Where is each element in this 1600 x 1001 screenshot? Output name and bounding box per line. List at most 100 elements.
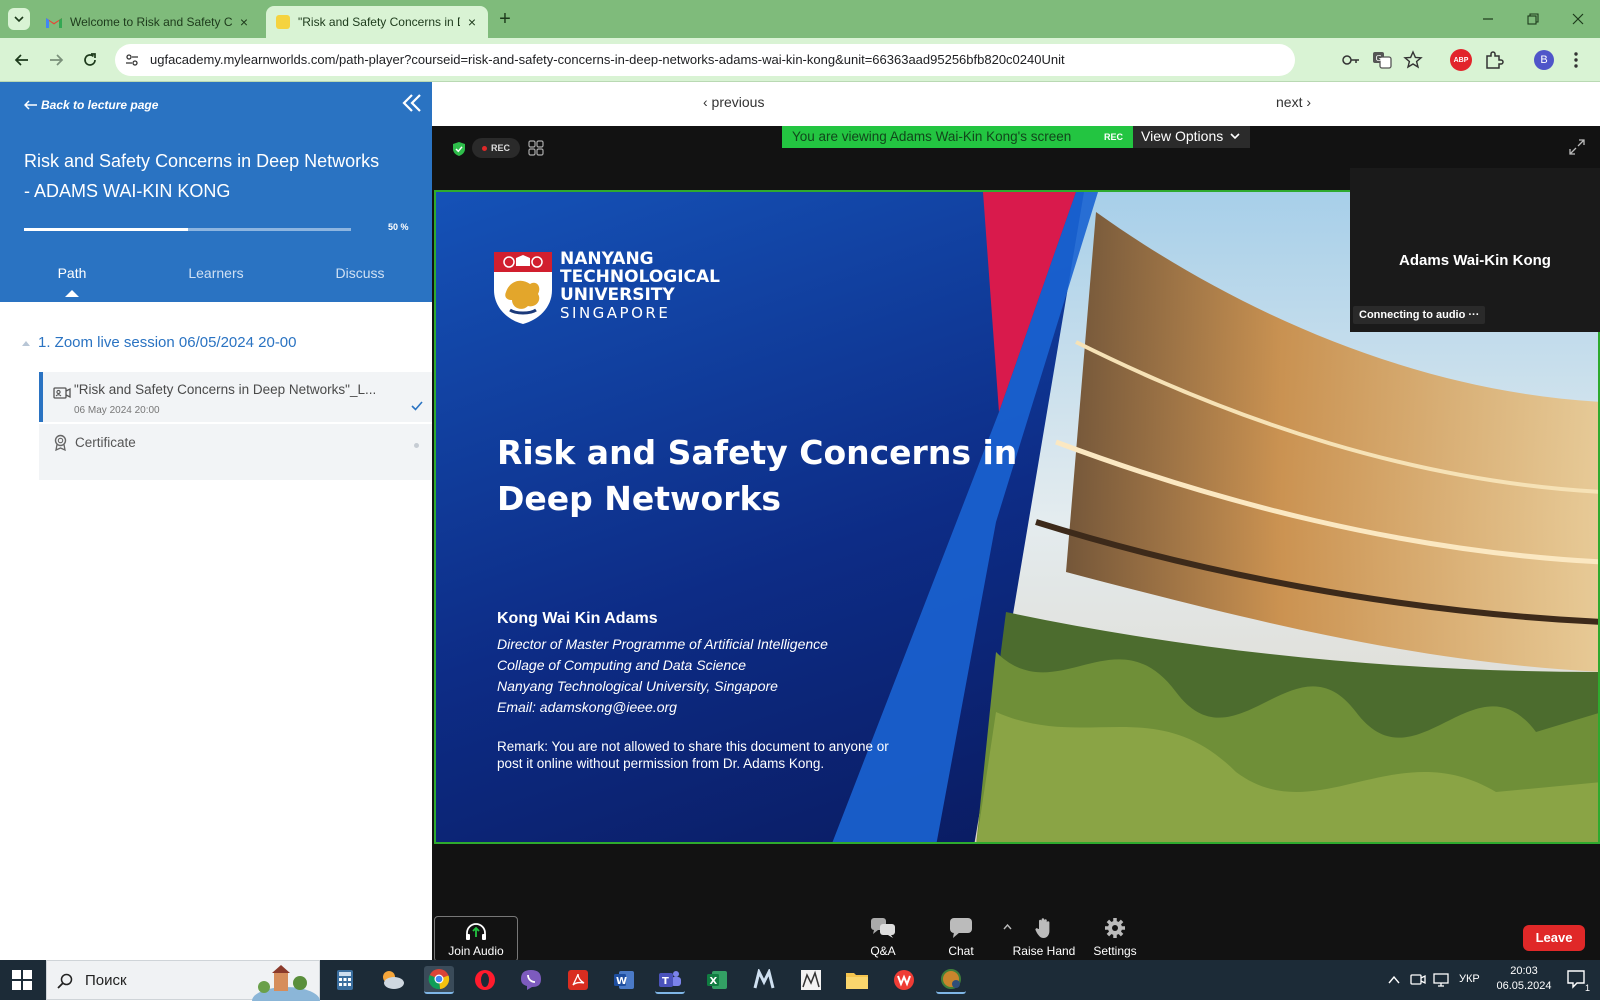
record-dot-icon — [481, 145, 487, 151]
course-progress-fill — [24, 228, 188, 231]
site-settings-icon[interactable] — [125, 53, 139, 67]
minimize-button[interactable] — [1478, 9, 1498, 29]
gear-icon — [1105, 918, 1125, 938]
forward-button[interactable] — [46, 50, 66, 70]
previous-button[interactable]: ‹ previous — [703, 94, 764, 110]
taskbar-opera-icon[interactable] — [470, 966, 500, 994]
course-title: Risk and Safety Concerns in Deep Network… — [24, 151, 380, 201]
address-bar[interactable]: ugfacademy.mylearnworlds.com/path-player… — [115, 44, 1295, 76]
arrow-right-icon — [50, 54, 64, 66]
profile-initial: B — [1540, 54, 1548, 66]
windows-taskbar: Поиск W T X УКР 20:03 06.05.2024 1 — [0, 960, 1600, 1001]
chat-button[interactable]: Chat — [926, 916, 996, 958]
banner-rec-badge: REC — [1103, 132, 1123, 142]
view-options-button[interactable]: View Options — [1133, 126, 1250, 148]
course-path-list: 1. Zoom live session 06/05/2024 20-00 "R… — [0, 302, 432, 980]
tab-discuss[interactable]: Discuss — [320, 265, 400, 281]
list-item-certificate[interactable]: Certificate — [39, 424, 432, 480]
new-tab-button[interactable]: + — [494, 8, 516, 30]
taskbar-app-chart-icon[interactable] — [796, 966, 826, 994]
restore-button[interactable] — [1523, 9, 1543, 29]
taskbar-app-globe-icon[interactable] — [936, 966, 966, 994]
chevron-down-icon — [14, 16, 24, 23]
collapse-sidebar-button[interactable] — [401, 92, 423, 114]
back-to-lecture-link[interactable]: Back to lecture page — [24, 98, 158, 112]
password-icon[interactable] — [1341, 51, 1361, 69]
tab-search-button[interactable] — [8, 8, 30, 30]
notification-icon — [1567, 970, 1585, 989]
close-window-button[interactable] — [1568, 9, 1588, 29]
gmail-icon — [46, 16, 62, 28]
screen-share-banner: You are viewing Adams Wai-Kin Kong's scr… — [782, 126, 1133, 148]
bookmark-star-icon[interactable] — [1403, 50, 1423, 70]
tab-title: "Risk and Safety Concerns in De — [298, 15, 460, 29]
section-header[interactable]: 1. Zoom live session 06/05/2024 20-00 — [22, 334, 297, 351]
fullscreen-icon[interactable] — [1569, 139, 1585, 155]
leave-button[interactable]: Leave — [1523, 925, 1585, 951]
arrow-left-icon — [14, 54, 28, 66]
taskbar-search[interactable]: Поиск — [46, 960, 320, 1001]
tab-learners[interactable]: Learners — [176, 265, 256, 281]
chat-icon — [950, 918, 972, 938]
chevron-up-icon[interactable] — [1388, 976, 1400, 984]
shield-icon — [453, 142, 465, 156]
meet-now-icon[interactable] — [1410, 973, 1426, 987]
incomplete-dot — [414, 443, 419, 448]
svg-text:G: G — [1376, 54, 1382, 63]
notification-center-button[interactable]: 1 — [1566, 969, 1590, 993]
taskbar-word-icon[interactable]: W — [609, 966, 639, 994]
adblock-extension-icon[interactable]: ABP — [1450, 49, 1472, 71]
participant-name: Adams Wai-Kin Kong — [1399, 252, 1551, 269]
extensions-icon[interactable] — [1484, 50, 1504, 70]
taskbar-explorer-icon[interactable] — [842, 966, 872, 994]
video-icon — [53, 387, 71, 399]
raise-hand-button[interactable]: Raise Hand — [1004, 916, 1084, 958]
taskbar-acrobat-icon[interactable] — [563, 966, 593, 994]
language-indicator[interactable]: УКР — [1459, 973, 1480, 985]
abp-label: ABP — [1453, 56, 1469, 64]
browser-tab-gmail[interactable]: Welcome to Risk and Safety Co × — [38, 6, 260, 38]
taskbar-teams-icon[interactable]: T — [655, 966, 685, 994]
taskbar-app-m-icon[interactable] — [749, 966, 779, 994]
settings-button[interactable]: Settings — [1080, 916, 1150, 958]
next-button[interactable]: next › — [1276, 94, 1311, 110]
participant-video-tile[interactable]: Adams Wai-Kin Kong Connecting to audio ·… — [1350, 168, 1600, 332]
profile-avatar[interactable]: B — [1534, 50, 1554, 70]
browser-tab-active[interactable]: "Risk and Safety Concerns in De × — [266, 6, 488, 38]
browser-menu-button[interactable] — [1568, 50, 1584, 70]
list-item-lecture[interactable]: "Risk and Safety Concerns in Deep Networ… — [39, 372, 432, 422]
list-item-label: Certificate — [75, 435, 136, 450]
zoom-meeting-view: REC You are viewing Adams Wai-Kin Kong's… — [432, 126, 1600, 980]
network-icon[interactable] — [1432, 973, 1450, 987]
taskbar-excel-icon[interactable]: X — [702, 966, 732, 994]
course-progress-label: 50 % — [388, 222, 409, 232]
reload-button[interactable] — [80, 50, 100, 70]
translate-icon[interactable]: G — [1372, 50, 1392, 70]
close-icon[interactable]: × — [464, 14, 480, 30]
recording-indicator[interactable]: REC — [472, 138, 520, 158]
qa-button[interactable]: Q&A — [848, 916, 918, 958]
taskbar-calculator-icon[interactable] — [330, 966, 360, 994]
list-item-date: 06 May 2024 20:00 — [74, 405, 160, 416]
arrow-left-icon — [24, 100, 37, 110]
taskbar-viber-icon[interactable] — [516, 966, 546, 994]
grid-view-icon[interactable] — [528, 140, 544, 156]
slide-remark: Remark: You are not allowed to share thi… — [497, 739, 889, 771]
restore-icon — [1527, 13, 1539, 25]
clock-time: 20:03 — [1510, 965, 1538, 977]
close-icon[interactable]: × — [236, 14, 252, 30]
tab-path[interactable]: Path — [36, 265, 108, 281]
taskbar-wps-icon[interactable] — [889, 966, 919, 994]
audio-status: Connecting to audio ··· — [1353, 306, 1486, 324]
search-icon — [57, 973, 73, 989]
taskbar-chrome-icon[interactable] — [424, 966, 454, 994]
taskbar-weather-icon[interactable] — [377, 966, 407, 994]
search-placeholder: Поиск — [85, 972, 127, 989]
clock[interactable]: 20:03 06.05.2024 — [1488, 964, 1560, 994]
more-vertical-icon — [1574, 52, 1578, 68]
join-audio-button[interactable]: Join Audio — [434, 916, 518, 962]
start-button[interactable] — [12, 970, 32, 990]
learnworlds-icon — [276, 15, 290, 29]
back-button[interactable] — [12, 50, 32, 70]
qa-icon — [871, 918, 895, 938]
